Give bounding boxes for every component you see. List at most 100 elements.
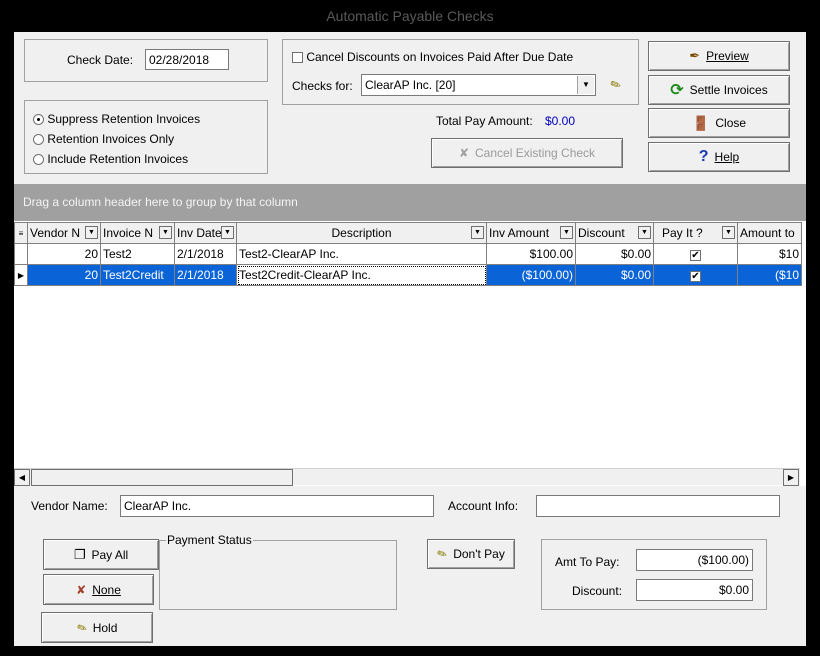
pay-it-cell[interactable]: ✔	[653, 243, 738, 265]
help-label: Help	[714, 150, 740, 164]
cancel-existing-check-button[interactable]: ✘ Cancel Existing Check	[431, 138, 623, 168]
column-header[interactable]: Vendor N ▼	[27, 222, 101, 244]
payment-status-box	[159, 540, 397, 610]
account-info-field[interactable]	[536, 495, 780, 517]
amount-to-cell[interactable]: ($10	[737, 264, 802, 286]
main-window: Check Date: 02/28/2018 Suppress Retentio…	[14, 32, 806, 646]
column-header[interactable]: Pay It ? ▼	[653, 222, 738, 244]
eraser-icon: ✘	[458, 146, 469, 160]
radio-label: Include Retention Invoices	[47, 152, 189, 166]
close-label: Close	[715, 116, 747, 130]
discount-field[interactable]: $0.00	[636, 579, 753, 601]
settle-invoices-label: Settle Invoices	[689, 83, 768, 97]
chevron-down-icon[interactable]: ▼	[560, 226, 573, 239]
pay-all-button[interactable]: ❐ Pay All	[43, 539, 159, 570]
chevron-down-icon[interactable]: ▼	[638, 226, 651, 239]
vendor-name-field[interactable]: ClearAP Inc.	[120, 495, 434, 517]
radio-label: Suppress Retention Invoices	[47, 112, 201, 126]
row-selector[interactable]	[14, 243, 28, 265]
radio-label: Retention Invoices Only	[47, 132, 175, 146]
checks-for-label: Checks for:	[292, 79, 353, 93]
radio-indicator	[33, 114, 44, 126]
pay-it-checkbox[interactable]: ✔	[690, 271, 701, 282]
amount-to-cell[interactable]: $10	[737, 243, 802, 265]
amount-cell[interactable]: ($100.00)	[486, 264, 576, 286]
check-date-label: Check Date:	[67, 53, 134, 67]
date-cell[interactable]: 2/1/2018	[174, 264, 237, 286]
dont-pay-button[interactable]: ✏ Don't Pay	[427, 539, 515, 569]
radio-indicator	[33, 134, 44, 146]
amt-to-pay-field[interactable]: ($100.00)	[636, 549, 753, 571]
account-info-label: Account Info:	[448, 499, 519, 513]
invoice-grid: Drag a column header here to group by th…	[14, 184, 806, 486]
chevron-down-icon[interactable]: ▼	[722, 226, 735, 239]
total-pay-value: $0.00	[545, 114, 576, 128]
amt-to-pay-label: Amt To Pay:	[555, 555, 620, 569]
dont-pay-label: Don't Pay	[453, 547, 505, 561]
hold-label: Hold	[92, 620, 118, 635]
chevron-down-icon[interactable]: ▼	[221, 226, 234, 239]
pay-all-label: Pay All	[91, 547, 129, 562]
radio-indicator	[33, 154, 44, 166]
discount-label: Discount:	[572, 584, 623, 598]
none-label: None	[92, 582, 121, 597]
check-date-field[interactable]: 02/28/2018	[145, 49, 229, 70]
description-cell[interactable]: Test2Credit-ClearAP Inc.	[236, 264, 487, 286]
pay-it-cell[interactable]: ✔	[653, 264, 738, 286]
date-cell[interactable]: 2/1/2018	[174, 243, 237, 265]
column-header[interactable]: Inv Date ▼	[174, 222, 237, 244]
chevron-down-icon[interactable]: ▼	[577, 76, 594, 94]
table-row[interactable]: 20 Test2 2/1/2018 Test2-ClearAP Inc. $10…	[14, 243, 802, 265]
window-title: Automatic Payable Checks	[0, 0, 820, 32]
invoice-cell[interactable]: Test2	[100, 243, 175, 265]
preview-button[interactable]: ✒ Preview	[648, 41, 790, 71]
cancel-discounts-label: Cancel Discounts on Invoices Paid After …	[306, 50, 574, 64]
scroll-left-icon[interactable]: ◀	[14, 469, 30, 486]
discount-cell[interactable]: $0.00	[575, 243, 654, 265]
column-header[interactable]: Amount to	[737, 222, 802, 244]
description-cell[interactable]: Test2-ClearAP Inc.	[236, 243, 487, 265]
cancel-discounts-checkbox[interactable]: Cancel Discounts on Invoices Paid After …	[292, 50, 573, 64]
total-pay-label: Total Pay Amount:	[436, 114, 533, 128]
radio-retention-only[interactable]: Retention Invoices Only	[33, 132, 174, 146]
radio-suppress-retention[interactable]: Suppress Retention Invoices	[33, 112, 200, 126]
close-button[interactable]: 🚪 Close	[648, 108, 790, 138]
column-header[interactable]: Inv Amount ▼	[486, 222, 576, 244]
pay-it-checkbox[interactable]: ✔	[690, 250, 701, 261]
none-button[interactable]: ✘ None	[43, 574, 154, 605]
table-row[interactable]: ▶ 20 Test2Credit 2/1/2018 Test2Credit-Cl…	[14, 264, 802, 286]
table-header-row: ≡ Vendor N ▼ Invoice N ▼ Inv Date ▼ Descrip…	[14, 222, 802, 244]
column-header[interactable]: Invoice N ▼	[100, 222, 175, 244]
vendor-cell[interactable]: 20	[27, 243, 101, 265]
chevron-down-icon[interactable]: ▼	[471, 226, 484, 239]
cancel-existing-check-label: Cancel Existing Check	[475, 146, 596, 160]
door-exit-icon: 🚪	[691, 114, 710, 131]
discount-cell[interactable]: $0.00	[575, 264, 654, 286]
scroll-right-icon[interactable]: ▶	[783, 469, 799, 486]
eraser-icon: ✘	[76, 582, 87, 597]
settle-invoices-button[interactable]: ⟳ Settle Invoices	[648, 75, 790, 105]
row-selector[interactable]: ▶	[14, 264, 28, 286]
help-button[interactable]: ? Help	[648, 142, 790, 172]
invoice-cell[interactable]: Test2Credit	[100, 264, 175, 286]
scroll-thumb[interactable]	[31, 469, 293, 486]
column-header[interactable]: Discount ▼	[575, 222, 654, 244]
checkbox-indicator	[292, 52, 303, 64]
radio-include-retention[interactable]: Include Retention Invoices	[33, 152, 188, 166]
horizontal-scrollbar[interactable]: ◀ ▶	[14, 468, 800, 486]
chevron-down-icon[interactable]: ▼	[159, 226, 172, 239]
group-by-panel[interactable]: Drag a column header here to group by th…	[14, 184, 806, 221]
flashlight-icon: ✒	[689, 48, 701, 63]
payment-status-label: Payment Status	[166, 533, 253, 547]
checks-for-select[interactable]: ClearAP Inc. [20] ▼	[361, 74, 596, 96]
chevron-down-icon[interactable]: ▼	[85, 226, 98, 239]
hold-button[interactable]: ✏ Hold	[41, 612, 153, 643]
column-header[interactable]: Description ▼	[236, 222, 487, 244]
amount-cell[interactable]: $100.00	[486, 243, 576, 265]
refresh-icon: ⟳	[670, 82, 684, 99]
pencil-icon: ✏	[74, 619, 89, 636]
preview-label: Preview	[706, 49, 749, 63]
row-selector-header[interactable]: ≡	[14, 222, 28, 244]
question-icon: ?	[698, 148, 709, 165]
vendor-cell[interactable]: 20	[27, 264, 101, 286]
